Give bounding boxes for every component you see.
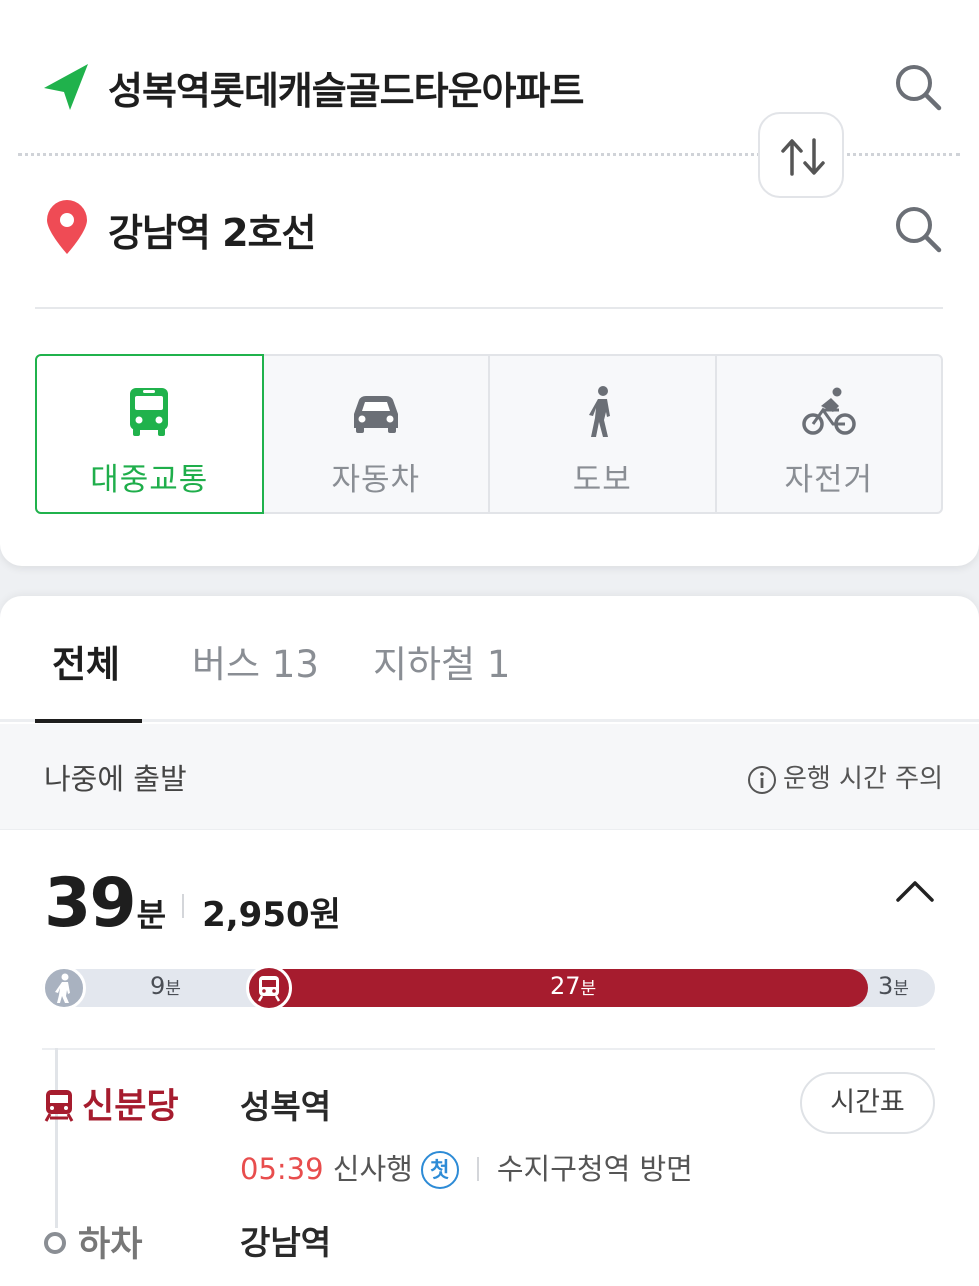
train-direction: 신사행 [332, 1152, 413, 1186]
bus-icon [130, 388, 169, 436]
mode-tab-walk[interactable]: 도보 [490, 356, 717, 512]
route-search-card: 성복역롯데캐슬골드타운아파트 강남역 2호선 대중교통 자동차 도보 자전거 [0, 0, 979, 566]
route-progress-bar: 9분 27분 3분 [42, 965, 935, 1011]
duration-value: 39 [44, 864, 137, 943]
info-icon [747, 765, 776, 794]
mode-tab-transit[interactable]: 대중교통 [35, 354, 264, 514]
tab-bus[interactable]: 버스 13 [192, 634, 319, 688]
mode-tab-bicycle[interactable]: 자전거 [717, 356, 942, 512]
car-icon [353, 396, 398, 433]
platform-direction: 수지구청역 방면 [496, 1152, 693, 1186]
duration-unit: 분 [136, 896, 167, 934]
mode-tab-car[interactable]: 자동차 [264, 356, 490, 512]
bicycle-icon [802, 387, 856, 435]
tab-all[interactable]: 전체 [52, 634, 120, 688]
route-results-card: 전체 버스 13 지하철 1 나중에 출발 운행 시간 주의 39분 2,950원… [0, 596, 979, 1286]
summary-separator [182, 894, 185, 918]
subway-icon [44, 1090, 74, 1122]
subway-segment-label: 27분 [550, 972, 597, 1000]
tab-subway[interactable]: 지하철 1 [373, 634, 510, 688]
origin-search-icon[interactable] [893, 62, 943, 112]
departure-time: 05:39 [240, 1152, 324, 1186]
mode-label-bicycle: 자전거 [784, 462, 874, 498]
alighting-station[interactable]: 강남역 [240, 1216, 331, 1264]
alight-label: 하차 [44, 1216, 142, 1267]
depart-later-button[interactable]: 나중에 출발 [44, 756, 187, 798]
destination-text[interactable]: 강남역 2호선 [108, 202, 316, 257]
departure-options-bar: 나중에 출발 운행 시간 주의 [0, 724, 979, 830]
walk-segment-icon [42, 966, 86, 1010]
chevron-up-icon[interactable] [895, 876, 935, 906]
service-hours-notice[interactable]: 운행 시간 주의 [747, 758, 943, 795]
subway-segment: 27분 [246, 965, 868, 1011]
route-summary: 39분 2,950원 [44, 864, 341, 944]
section-divider [35, 307, 943, 309]
walk-icon [589, 386, 611, 437]
mode-label-transit: 대중교통 [90, 462, 209, 498]
swap-arrows-icon [781, 138, 825, 176]
train-info: 05:39 신사행 첫 수지구청역 방면 [240, 1146, 693, 1189]
timetable-button[interactable]: 시간표 [800, 1072, 935, 1134]
map-pin-icon [42, 200, 92, 256]
notice-text: 운행 시간 주의 [782, 764, 943, 794]
transport-mode-tabs: 대중교통 자동차 도보 자전거 [35, 354, 943, 514]
active-tab-indicator [35, 719, 142, 723]
info-separator [476, 1157, 479, 1181]
mode-label-car: 자동차 [331, 462, 421, 498]
result-filter-tabs: 전체 버스 13 지하철 1 [0, 596, 979, 723]
first-train-badge: 첫 [420, 1151, 459, 1189]
detail-divider [42, 1048, 935, 1050]
destination-row[interactable]: 강남역 2호선 [0, 178, 979, 278]
timeline-line [55, 1048, 58, 1228]
boarding-station[interactable]: 성복역 [240, 1080, 331, 1128]
subway-line-name: 신분당 [42, 1078, 179, 1129]
location-arrow-icon [42, 58, 92, 114]
subway-segment-icon [246, 965, 292, 1011]
alight-dot-icon [44, 1232, 66, 1254]
mode-label-walk: 도보 [572, 462, 632, 498]
origin-text[interactable]: 성복역롯데캐슬골드타운아파트 [108, 60, 584, 115]
destination-search-icon[interactable] [893, 204, 943, 254]
walk-segment-label: 9분 [150, 972, 181, 1000]
fare-value: 2,950원 [202, 895, 341, 935]
final-walk-segment-label: 3분 [878, 972, 909, 1000]
